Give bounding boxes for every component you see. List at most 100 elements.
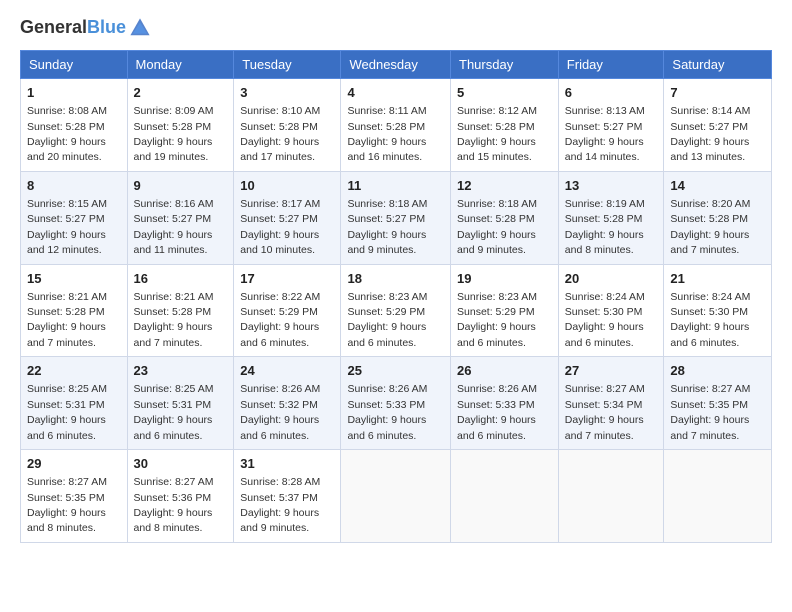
calendar-day-cell: 23 Sunrise: 8:25 AM Sunset: 5:31 PM Dayli… [127, 357, 234, 450]
calendar-day-cell: 7 Sunrise: 8:14 AM Sunset: 5:27 PM Daylig… [664, 79, 772, 172]
calendar-day-cell: 14 Sunrise: 8:20 AM Sunset: 5:28 PM Dayli… [664, 171, 772, 264]
day-number: 24 [240, 362, 334, 380]
calendar-day-cell: 8Sunrise: 8:15 AM Sunset: 5:27 PM Daylig… [21, 171, 128, 264]
day-info: Sunrise: 8:16 AM Sunset: 5:27 PM Dayligh… [134, 198, 214, 256]
day-number: 20 [565, 270, 658, 288]
day-info: Sunrise: 8:27 AM Sunset: 5:36 PM Dayligh… [134, 476, 214, 534]
day-number: 15 [27, 270, 121, 288]
day-info: Sunrise: 8:12 AM Sunset: 5:28 PM Dayligh… [457, 105, 537, 163]
day-info: Sunrise: 8:21 AM Sunset: 5:28 PM Dayligh… [134, 291, 214, 349]
calendar-day-cell: 24 Sunrise: 8:26 AM Sunset: 5:32 PM Dayli… [234, 357, 341, 450]
calendar-day-cell: 5 Sunrise: 8:12 AM Sunset: 5:28 PM Daylig… [451, 79, 559, 172]
day-number: 23 [134, 362, 228, 380]
calendar-day-cell: 16 Sunrise: 8:21 AM Sunset: 5:28 PM Dayli… [127, 264, 234, 357]
day-number: 30 [134, 455, 228, 473]
day-number: 8 [27, 177, 121, 195]
day-info: Sunrise: 8:14 AM Sunset: 5:27 PM Dayligh… [670, 105, 750, 163]
day-number: 6 [565, 84, 658, 102]
day-info: Sunrise: 8:20 AM Sunset: 5:28 PM Dayligh… [670, 198, 750, 256]
calendar-day-cell: 18Sunrise: 8:23 AM Sunset: 5:29 PM Dayli… [341, 264, 451, 357]
calendar-day-cell: 6 Sunrise: 8:13 AM Sunset: 5:27 PM Daylig… [558, 79, 664, 172]
day-info: Sunrise: 8:18 AM Sunset: 5:28 PM Dayligh… [457, 198, 537, 256]
day-info: Sunrise: 8:19 AM Sunset: 5:28 PM Dayligh… [565, 198, 645, 256]
weekday-header-row: SundayMondayTuesdayWednesdayThursdayFrid… [21, 51, 772, 79]
day-number: 26 [457, 362, 552, 380]
weekday-header-cell: Thursday [451, 51, 559, 79]
calendar-day-cell: 11 Sunrise: 8:18 AM Sunset: 5:27 PM Dayli… [341, 171, 451, 264]
calendar-day-cell [341, 450, 451, 543]
calendar-day-cell [558, 450, 664, 543]
weekday-header-cell: Friday [558, 51, 664, 79]
day-info: Sunrise: 8:13 AM Sunset: 5:27 PM Dayligh… [565, 105, 645, 163]
day-info: Sunrise: 8:26 AM Sunset: 5:32 PM Dayligh… [240, 383, 320, 441]
calendar-week-row: 22 Sunrise: 8:25 AM Sunset: 5:31 PM Dayli… [21, 357, 772, 450]
calendar-day-cell: 27Sunrise: 8:27 AM Sunset: 5:34 PM Dayli… [558, 357, 664, 450]
calendar-day-cell: 3 Sunrise: 8:10 AM Sunset: 5:28 PM Daylig… [234, 79, 341, 172]
calendar-day-cell [451, 450, 559, 543]
calendar-day-cell: 30 Sunrise: 8:27 AM Sunset: 5:36 PM Dayli… [127, 450, 234, 543]
day-number: 27 [565, 362, 658, 380]
day-number: 5 [457, 84, 552, 102]
day-info: Sunrise: 8:09 AM Sunset: 5:28 PM Dayligh… [134, 105, 214, 163]
logo-icon [128, 16, 152, 40]
day-number: 16 [134, 270, 228, 288]
header: GeneralBlue [20, 16, 772, 40]
logo-text: GeneralBlue [20, 18, 126, 38]
calendar-day-cell: 15Sunrise: 8:21 AM Sunset: 5:28 PM Dayli… [21, 264, 128, 357]
day-number: 25 [347, 362, 444, 380]
day-info: Sunrise: 8:10 AM Sunset: 5:28 PM Dayligh… [240, 105, 320, 163]
calendar-day-cell: 31 Sunrise: 8:28 AM Sunset: 5:37 PM Dayli… [234, 450, 341, 543]
day-number: 3 [240, 84, 334, 102]
day-info: Sunrise: 8:27 AM Sunset: 5:35 PM Dayligh… [27, 476, 107, 534]
page-container: GeneralBlue SundayMondayTuesdayWednesday… [0, 0, 792, 612]
calendar-day-cell: 10 Sunrise: 8:17 AM Sunset: 5:27 PM Dayli… [234, 171, 341, 264]
day-number: 21 [670, 270, 765, 288]
day-info: Sunrise: 8:24 AM Sunset: 5:30 PM Dayligh… [670, 291, 750, 349]
day-info: Sunrise: 8:08 AM Sunset: 5:28 PM Dayligh… [27, 105, 107, 163]
calendar-day-cell: 9 Sunrise: 8:16 AM Sunset: 5:27 PM Daylig… [127, 171, 234, 264]
calendar-day-cell: 2 Sunrise: 8:09 AM Sunset: 5:28 PM Daylig… [127, 79, 234, 172]
day-info: Sunrise: 8:26 AM Sunset: 5:33 PM Dayligh… [347, 383, 427, 441]
day-info: Sunrise: 8:27 AM Sunset: 5:35 PM Dayligh… [670, 383, 750, 441]
day-number: 10 [240, 177, 334, 195]
weekday-header-cell: Wednesday [341, 51, 451, 79]
day-number: 28 [670, 362, 765, 380]
calendar-day-cell: 12Sunrise: 8:18 AM Sunset: 5:28 PM Dayli… [451, 171, 559, 264]
day-number: 13 [565, 177, 658, 195]
calendar-day-cell: 13 Sunrise: 8:19 AM Sunset: 5:28 PM Dayli… [558, 171, 664, 264]
calendar-day-cell: 25 Sunrise: 8:26 AM Sunset: 5:33 PM Dayli… [341, 357, 451, 450]
logo: GeneralBlue [20, 16, 152, 40]
calendar-day-cell: 1 Sunrise: 8:08 AM Sunset: 5:28 PM Daylig… [21, 79, 128, 172]
day-number: 11 [347, 177, 444, 195]
day-info: Sunrise: 8:28 AM Sunset: 5:37 PM Dayligh… [240, 476, 320, 534]
day-number: 17 [240, 270, 334, 288]
day-info: Sunrise: 8:24 AM Sunset: 5:30 PM Dayligh… [565, 291, 645, 349]
calendar-week-row: 29Sunrise: 8:27 AM Sunset: 5:35 PM Dayli… [21, 450, 772, 543]
calendar-body: 1 Sunrise: 8:08 AM Sunset: 5:28 PM Daylig… [21, 79, 772, 543]
calendar-day-cell: 21 Sunrise: 8:24 AM Sunset: 5:30 PM Dayli… [664, 264, 772, 357]
day-info: Sunrise: 8:23 AM Sunset: 5:29 PM Dayligh… [457, 291, 537, 349]
weekday-header-cell: Sunday [21, 51, 128, 79]
calendar-table: SundayMondayTuesdayWednesdayThursdayFrid… [20, 50, 772, 543]
day-info: Sunrise: 8:11 AM Sunset: 5:28 PM Dayligh… [347, 105, 426, 163]
day-info: Sunrise: 8:25 AM Sunset: 5:31 PM Dayligh… [134, 383, 214, 441]
day-info: Sunrise: 8:17 AM Sunset: 5:27 PM Dayligh… [240, 198, 320, 256]
calendar-day-cell: 4 Sunrise: 8:11 AM Sunset: 5:28 PM Daylig… [341, 79, 451, 172]
day-number: 31 [240, 455, 334, 473]
day-number: 14 [670, 177, 765, 195]
day-number: 19 [457, 270, 552, 288]
day-number: 7 [670, 84, 765, 102]
day-number: 4 [347, 84, 444, 102]
day-number: 1 [27, 84, 121, 102]
calendar-day-cell [664, 450, 772, 543]
day-info: Sunrise: 8:26 AM Sunset: 5:33 PM Dayligh… [457, 383, 537, 441]
day-info: Sunrise: 8:23 AM Sunset: 5:29 PM Dayligh… [347, 291, 427, 349]
day-number: 9 [134, 177, 228, 195]
calendar-day-cell: 20 Sunrise: 8:24 AM Sunset: 5:30 PM Dayli… [558, 264, 664, 357]
day-info: Sunrise: 8:18 AM Sunset: 5:27 PM Dayligh… [347, 198, 427, 256]
weekday-header-cell: Saturday [664, 51, 772, 79]
day-number: 2 [134, 84, 228, 102]
calendar-day-cell: 29Sunrise: 8:27 AM Sunset: 5:35 PM Dayli… [21, 450, 128, 543]
day-number: 22 [27, 362, 121, 380]
calendar-day-cell: 26 Sunrise: 8:26 AM Sunset: 5:33 PM Dayli… [451, 357, 559, 450]
